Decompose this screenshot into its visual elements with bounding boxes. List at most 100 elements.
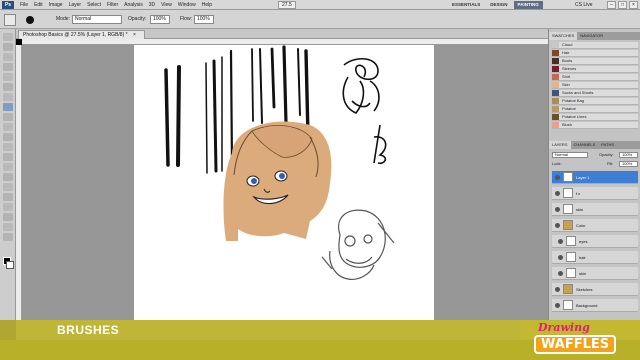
swatch-color-chip	[552, 114, 559, 120]
menu-image[interactable]: Image	[46, 0, 66, 10]
menu-view[interactable]: View	[158, 0, 175, 10]
swatch-item[interactable]: Potatoe Lines	[552, 114, 638, 121]
background-color-swatch[interactable]	[6, 261, 14, 269]
history-brush-tool-icon[interactable]	[3, 123, 13, 131]
workspace-essentials[interactable]: ESSENTIALS	[448, 1, 484, 9]
swatch-item[interactable]: Potatoe	[552, 106, 638, 113]
cs-live-button[interactable]: CS Live	[575, 1, 593, 9]
document-canvas[interactable]	[134, 45, 434, 320]
menu-help[interactable]: Help	[199, 0, 215, 10]
menu-analysis[interactable]: Analysis	[121, 0, 146, 10]
pen-tool-icon[interactable]	[3, 173, 13, 181]
layer-thumbnail	[566, 268, 576, 278]
visibility-eye-icon[interactable]	[555, 206, 560, 212]
swatch-item[interactable]: Sleeves	[552, 66, 638, 73]
shape-tool-icon[interactable]	[3, 203, 13, 211]
layer-row[interactable]: Sketches	[552, 283, 638, 296]
opacity-field[interactable]: 100%	[150, 15, 170, 24]
gradient-tool-icon[interactable]	[3, 143, 13, 151]
path-select-tool-icon[interactable]	[3, 193, 13, 201]
visibility-eye-icon[interactable]	[558, 238, 563, 244]
brush-tool-icon[interactable]	[3, 103, 13, 111]
sketch-eye	[344, 235, 356, 247]
lasso-tool-icon[interactable]	[3, 53, 13, 61]
visibility-eye-icon[interactable]	[558, 270, 563, 276]
swatch-color-chip	[552, 106, 559, 112]
visibility-eye-icon[interactable]	[558, 254, 563, 260]
3d-rotate-tool-icon[interactable]	[3, 213, 13, 221]
swatch-item[interactable]: Boots	[552, 58, 638, 65]
layer-row[interactable]: Color	[552, 219, 638, 232]
layer-row[interactable]: Background	[552, 299, 638, 312]
document-tab[interactable]: Photoshop Basics @ 27.5% (Layer 1, RGB/8…	[18, 30, 145, 39]
swatch-item[interactable]: Potatoe Bag	[552, 98, 638, 105]
clone-stamp-tool-icon[interactable]	[3, 113, 13, 121]
swatch-color-chip	[552, 66, 559, 72]
visibility-eye-icon[interactable]	[555, 302, 560, 308]
layer-row[interactable]: eyes	[552, 235, 638, 248]
maximize-button[interactable]: □	[618, 1, 627, 9]
type-tool-icon[interactable]	[3, 183, 13, 191]
visibility-eye-icon[interactable]	[555, 286, 560, 292]
swatch-item[interactable]: Blush	[552, 122, 638, 129]
blend-mode-select[interactable]: Normal	[552, 152, 588, 158]
menu-select[interactable]: Select	[84, 0, 104, 10]
layer-row[interactable]: skin	[552, 203, 638, 216]
layer-thumbnail	[563, 172, 573, 182]
tools-panel	[0, 29, 16, 320]
eyedropper-tool-icon[interactable]	[3, 83, 13, 91]
layer-row[interactable]: f.x	[552, 187, 638, 200]
layer-row[interactable]: Layer 1	[552, 171, 638, 184]
dodge-tool-icon[interactable]	[3, 163, 13, 171]
close-document-icon[interactable]: ×	[133, 32, 136, 38]
menu-items: File Edit Image Layer Select Filter Anal…	[17, 0, 215, 10]
minimize-button[interactable]: –	[607, 1, 616, 9]
hand-tool-icon[interactable]	[3, 223, 13, 231]
tab-navigator[interactable]: NAVIGATOR	[577, 32, 606, 40]
swatch-item[interactable]: Hair	[552, 50, 638, 57]
quick-select-tool-icon[interactable]	[3, 63, 13, 71]
menu-edit[interactable]: Edit	[31, 0, 46, 10]
visibility-eye-icon[interactable]	[555, 222, 560, 228]
brush-stroke	[282, 45, 288, 125]
blur-tool-icon[interactable]	[3, 153, 13, 161]
layer-opacity-field[interactable]: 100%	[619, 152, 638, 158]
eraser-tool-icon[interactable]	[3, 133, 13, 141]
swatch-item[interactable]: Cloud	[552, 42, 638, 49]
fill-field[interactable]: 100%	[619, 161, 638, 167]
menu-3d[interactable]: 3D	[146, 0, 158, 10]
zoom-level[interactable]: 27.5	[278, 1, 296, 9]
crop-tool-icon[interactable]	[3, 73, 13, 81]
visibility-eye-icon[interactable]	[555, 174, 560, 180]
layer-thumbnail	[563, 204, 573, 214]
menu-filter[interactable]: Filter	[104, 0, 121, 10]
swatch-name: Socks and Shorts	[562, 90, 594, 95]
move-tool-icon[interactable]	[3, 33, 13, 41]
flow-field[interactable]: 100%	[194, 15, 214, 24]
brush-preset-icon[interactable]	[4, 14, 16, 26]
brush-size-icon[interactable]	[26, 16, 34, 24]
close-button[interactable]: ×	[629, 1, 638, 9]
swatch-item[interactable]: Shirt	[552, 74, 638, 81]
menu-file[interactable]: File	[17, 0, 31, 10]
tab-layers[interactable]: LAYERS	[549, 141, 571, 149]
visibility-eye-icon[interactable]	[555, 190, 560, 196]
healing-tool-icon[interactable]	[3, 93, 13, 101]
tab-swatches[interactable]: SWATCHES	[549, 32, 578, 40]
marquee-tool-icon[interactable]	[3, 43, 13, 51]
menu-window[interactable]: Window	[175, 0, 199, 10]
swatch-color-chip	[552, 82, 559, 88]
menu-layer[interactable]: Layer	[66, 0, 85, 10]
workspace-design[interactable]: DESIGN	[486, 1, 511, 9]
mode-select[interactable]: Normal	[72, 15, 122, 24]
zoom-tool-icon[interactable]	[3, 233, 13, 241]
tab-paths[interactable]: PATHS	[598, 141, 617, 149]
brush-strokes-artwork	[164, 45, 395, 280]
layer-row[interactable]: hair	[552, 251, 638, 264]
tab-channels[interactable]: CHANNELS	[571, 141, 599, 149]
canvas-area[interactable]	[22, 45, 548, 320]
layer-row[interactable]: skin	[552, 267, 638, 280]
workspace-painting[interactable]: PAINTING	[513, 1, 543, 9]
swatch-item[interactable]: Socks and Shorts	[552, 90, 638, 97]
swatch-item[interactable]: Skin	[552, 82, 638, 89]
